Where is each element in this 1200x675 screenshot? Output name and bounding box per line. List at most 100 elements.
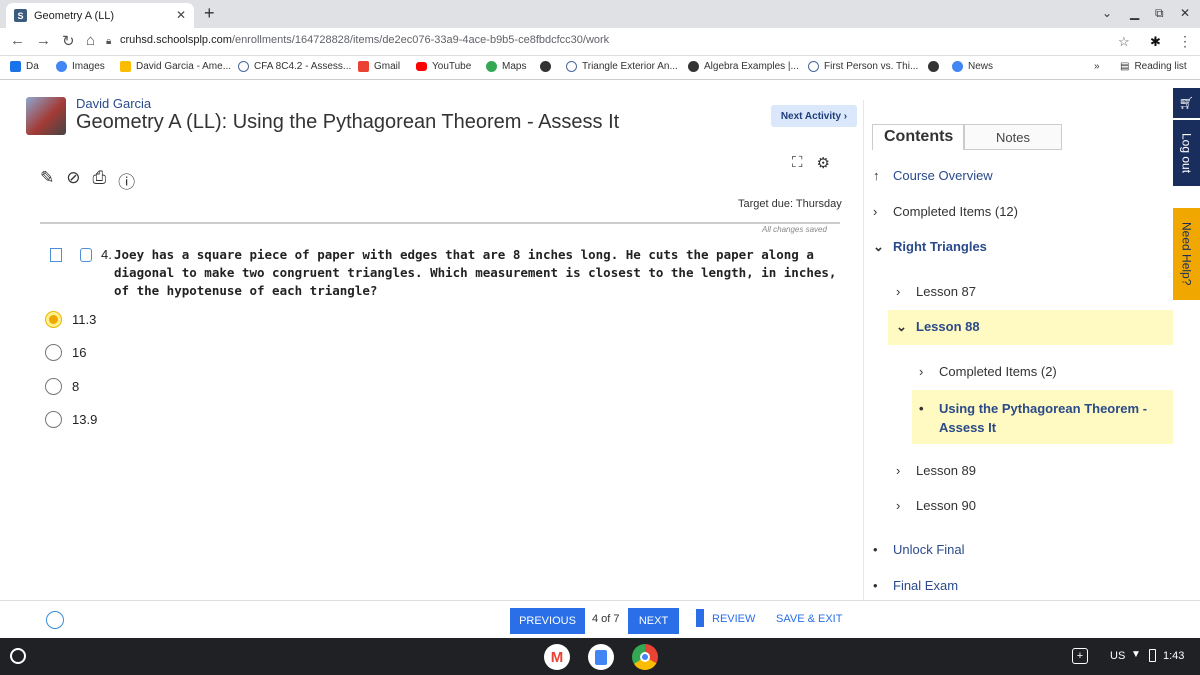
bookmark-da[interactable]: Da	[10, 61, 39, 72]
back-icon[interactable]: ←	[10, 32, 25, 49]
launcher-icon[interactable]	[10, 648, 26, 664]
bookmark-cfa[interactable]: CFA 8C4.2 - Assess...	[238, 61, 351, 72]
tab-title: Geometry A (LL)	[34, 9, 115, 22]
page-content: David Garcia Geometry A (LL): Using the …	[0, 80, 1200, 638]
next-button[interactable]: NEXT	[628, 608, 679, 634]
sidebar-item-unlock-final[interactable]: • Unlock Final	[873, 542, 965, 557]
minimize-icon[interactable]: ▁	[1130, 6, 1139, 20]
lock-icon[interactable]: 🔒︎	[106, 36, 111, 47]
answer-option[interactable]: 16	[45, 344, 86, 361]
restore-icon[interactable]: ⧉	[1155, 6, 1164, 21]
info-icon[interactable]: ⓘ	[118, 168, 135, 193]
sidebar-item-lesson89[interactable]: › Lesson 89	[896, 463, 976, 478]
chrome-icon[interactable]	[632, 644, 658, 670]
close-tab-icon[interactable]: ✕	[176, 8, 186, 22]
browser-title-bar: S Geometry A (LL) ✕ + ⌄ ▁ ⧉ ✕	[0, 0, 1200, 28]
reading-list[interactable]: ▤ Reading list	[1120, 61, 1187, 72]
screenshot-icon[interactable]: +	[1072, 648, 1088, 664]
sidebar-item-unit[interactable]: ⌄ Right Triangles	[873, 239, 987, 255]
extensions-icon[interactable]: ✱	[1150, 34, 1161, 50]
wifi-icon[interactable]: ▼	[1131, 649, 1141, 660]
url-field[interactable]: cruhsd.schoolsplp.com/enrollments/164728…	[120, 34, 609, 46]
docs-icon[interactable]	[588, 644, 614, 670]
pencil-icon[interactable]: ✎	[40, 168, 54, 193]
radio-selected[interactable]	[45, 311, 62, 328]
sidebar-item-lesson88-completed[interactable]: › Completed Items (2)	[919, 364, 1057, 379]
bookmark-youtube[interactable]: YouTube	[416, 61, 471, 72]
bookmark-algebra[interactable]: Algebra Examples |...	[688, 61, 799, 72]
next-activity-button[interactable]: Next Activity ›	[771, 105, 857, 127]
clock-time[interactable]: 1:43	[1163, 650, 1184, 662]
sidebar-item-current[interactable]: • Using the Pythagorean Theorem - Assess I…	[912, 390, 1173, 444]
gmail-icon	[358, 61, 369, 72]
clock-icon[interactable]	[46, 611, 64, 629]
bookmark-gmail[interactable]: Gmail	[358, 61, 400, 72]
sidebar-item-course-overview[interactable]: ↑ Course Overview	[873, 168, 993, 183]
bookmark-images[interactable]: Images	[56, 61, 105, 72]
bookmark-label: Algebra Examples |...	[704, 61, 799, 72]
s-icon	[566, 61, 577, 72]
fullscreen-icon[interactable]: ⛶	[792, 154, 803, 172]
sidebar-item-completed[interactable]: › Completed Items (12)	[873, 204, 1018, 219]
previous-button[interactable]: PREVIOUS	[510, 608, 585, 634]
sidebar-item-final-exam[interactable]: • Final Exam	[873, 578, 958, 593]
bullet-icon: •	[873, 578, 878, 593]
home-icon[interactable]: ⌂	[86, 32, 95, 49]
sidebar-item-lesson87[interactable]: › Lesson 87	[896, 284, 976, 299]
chevron-right-icon: ›	[873, 204, 878, 219]
page-title: Geometry A (LL): Using the Pythagorean T…	[76, 111, 620, 133]
menu-icon[interactable]: ⋮	[1178, 33, 1192, 50]
bookmark-news[interactable]: News	[952, 61, 993, 72]
bookmark-label: Gmail	[374, 61, 401, 72]
globe-icon	[928, 61, 939, 72]
save-exit-button[interactable]: SAVE & EXIT	[776, 613, 842, 625]
radio[interactable]	[45, 411, 62, 428]
bookmark-triangle[interactable]: Triangle Exterior An...	[566, 61, 678, 72]
bookmark-label: David Garcia - Ame...	[136, 61, 232, 72]
radio[interactable]	[45, 378, 62, 395]
note-question-icon[interactable]	[80, 248, 92, 262]
sidebar-item-label: Completed Items (2)	[939, 364, 1057, 379]
bookmark-david-garcia[interactable]: David Garcia - Ame...	[120, 61, 231, 72]
sidebar-item-label: Lesson 88	[916, 319, 980, 334]
reload-icon[interactable]: ↻	[62, 32, 75, 50]
need-help-button[interactable]: Need Help?	[1173, 208, 1200, 300]
review-button[interactable]: REVIEW	[712, 613, 755, 625]
sidebar-item-lesson88[interactable]: ⌄ Lesson 88	[888, 310, 1173, 345]
answer-option[interactable]: 8	[45, 378, 79, 395]
star-icon[interactable]: ☆	[1118, 34, 1130, 50]
url-path: /enrollments/164728828/items/de2ec076-33…	[231, 34, 610, 46]
tab-notes[interactable]: Notes	[964, 124, 1062, 150]
answer-option[interactable]: 11.3	[45, 311, 96, 328]
close-window-icon[interactable]: ✕	[1180, 6, 1190, 20]
forward-icon[interactable]: →	[36, 32, 51, 49]
log-out-button[interactable]: Log out	[1173, 120, 1200, 186]
sidebar-divider	[863, 100, 864, 620]
bookmarks-overflow[interactable]: »	[1094, 61, 1100, 72]
sidebar-item-lesson90[interactable]: › Lesson 90	[896, 498, 976, 513]
bookmark-question-icon[interactable]	[50, 248, 62, 262]
gear-icon[interactable]: ⚙	[817, 154, 830, 172]
sidebar-item-label: Lesson 90	[916, 498, 976, 513]
right-strip: 🛒︎ Log out Need Help?	[1173, 80, 1200, 638]
os-shelf: M + US ▼ 1:43	[0, 638, 1200, 675]
bookmark-first-person[interactable]: First Person vs. Thi...	[808, 61, 918, 72]
tab-contents[interactable]: Contents	[872, 124, 964, 150]
bookmark-globe-2[interactable]	[928, 61, 944, 72]
print-icon[interactable]: ⎙	[93, 168, 107, 193]
bookmark-maps[interactable]: Maps	[486, 61, 526, 72]
new-tab-icon[interactable]: +	[204, 3, 215, 24]
cart-icon[interactable]: 🛒︎	[1173, 88, 1200, 118]
address-bar-row: ← → ↻ ⌂ 🔒︎ cruhsd.schoolsplp.com/enrollm…	[0, 28, 1200, 56]
bookmark-globe[interactable]	[540, 61, 556, 72]
view-controls: ⛶ ⚙	[792, 154, 830, 172]
locale-indicator[interactable]: US	[1110, 650, 1125, 662]
eliminate-icon[interactable]: ⊘	[66, 168, 80, 193]
battery-icon[interactable]	[1149, 649, 1156, 662]
browser-tab[interactable]: S Geometry A (LL) ✕	[6, 3, 194, 28]
answer-option[interactable]: 13.9	[45, 411, 97, 428]
saved-status: All changes saved	[762, 225, 827, 234]
tab-search-icon[interactable]: ⌄	[1102, 6, 1112, 20]
radio[interactable]	[45, 344, 62, 361]
gmail-icon[interactable]: M	[544, 644, 570, 670]
